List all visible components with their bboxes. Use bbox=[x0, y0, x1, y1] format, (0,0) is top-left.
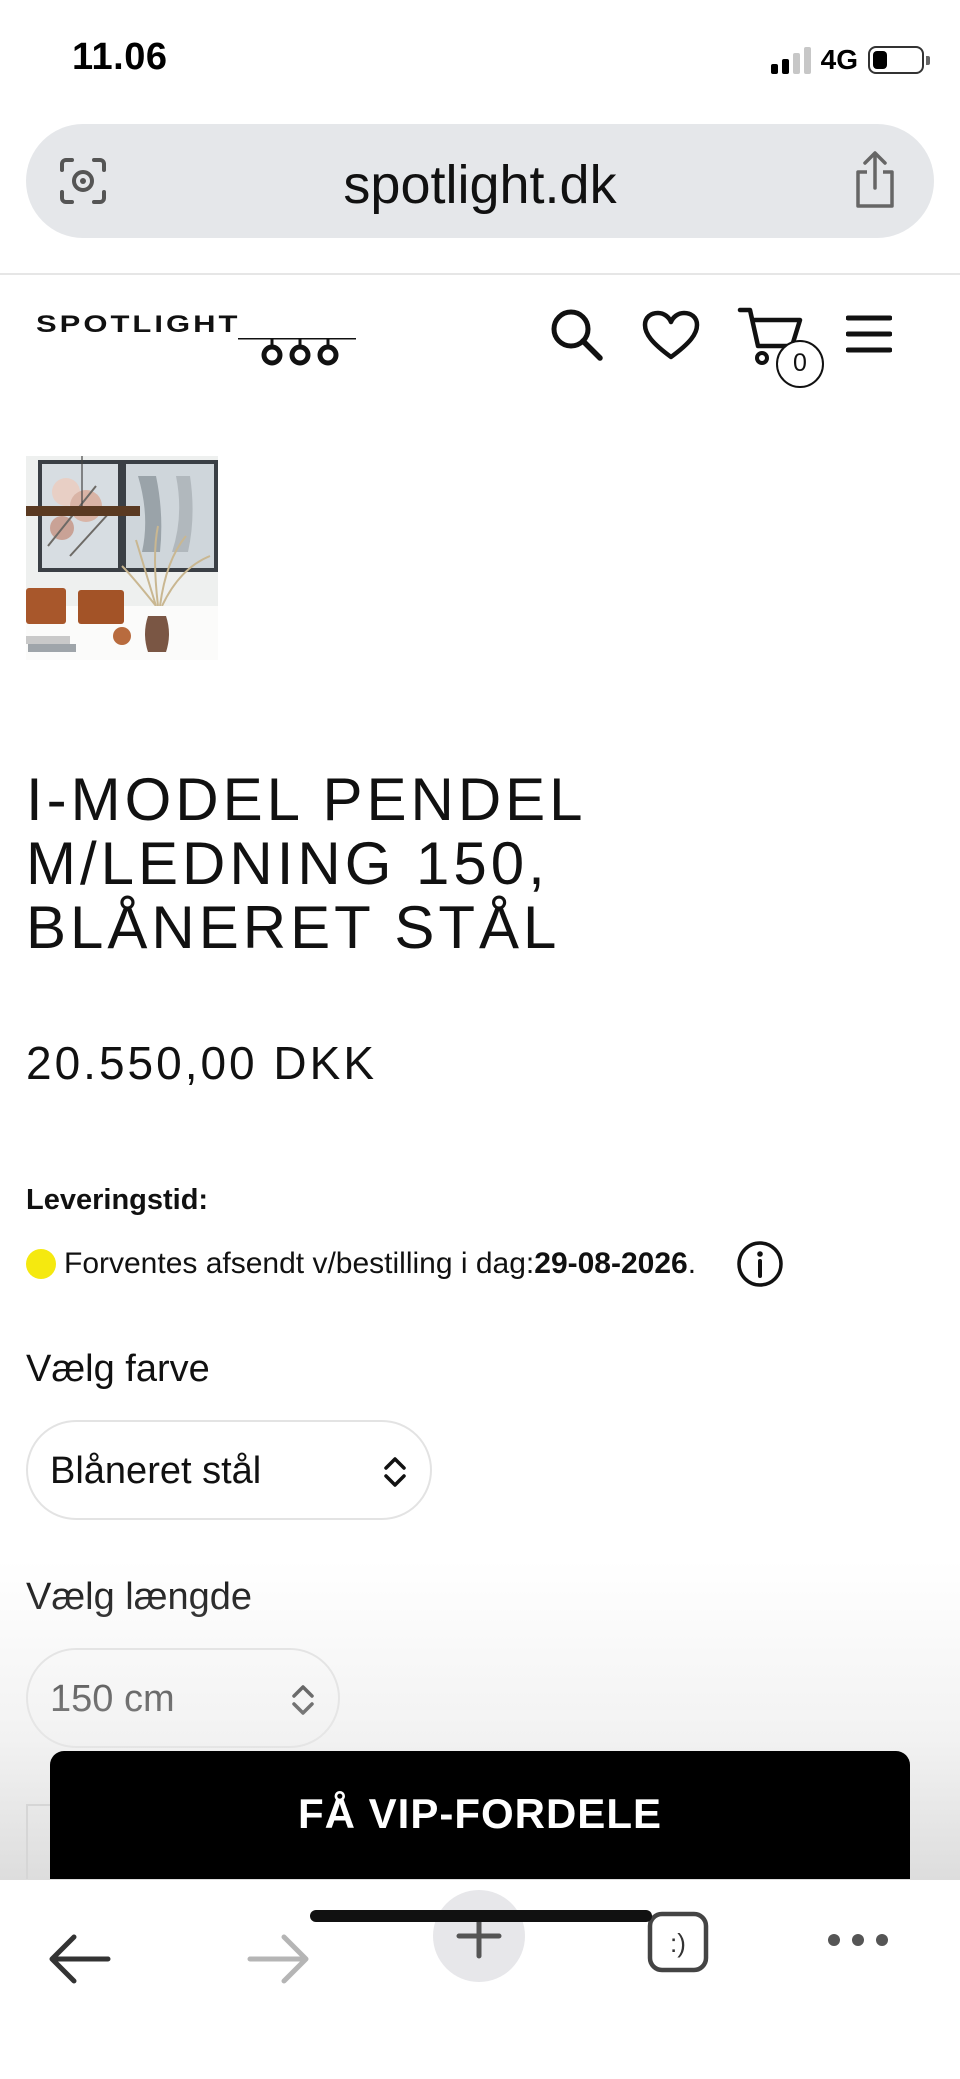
signal-icon bbox=[770, 46, 811, 74]
product-thumbnail[interactable] bbox=[26, 456, 218, 660]
logo-bulbs-icon bbox=[238, 338, 356, 366]
delivery-label: Leveringstid: bbox=[26, 1184, 209, 1216]
color-select-value: Blåneret stål bbox=[50, 1450, 262, 1492]
battery-icon bbox=[868, 46, 930, 74]
divider bbox=[0, 273, 960, 275]
tabs-button[interactable]: :) bbox=[646, 1910, 710, 1974]
forward-icon[interactable] bbox=[246, 1932, 312, 1986]
tabs-icon: :) bbox=[647, 1911, 709, 1973]
stock-status-dot bbox=[26, 1249, 56, 1279]
length-select[interactable]: 150 cm bbox=[26, 1648, 340, 1748]
length-option-label: Vælg længde bbox=[26, 1576, 253, 1618]
chevron-up-down-icon bbox=[292, 1685, 314, 1715]
status-bar: 11.06 4G bbox=[0, 0, 960, 120]
product-title-line: M/LEDNING 150, bbox=[26, 830, 549, 897]
menu-icon[interactable] bbox=[846, 314, 892, 354]
site-logo[interactable]: SPOTLIGHT bbox=[36, 306, 356, 366]
heart-icon[interactable] bbox=[642, 310, 700, 362]
back-icon[interactable] bbox=[46, 1932, 112, 1986]
tabs-glyph: :) bbox=[670, 1928, 686, 1958]
product-title-line: BLÅNERET STÅL bbox=[26, 894, 561, 961]
home-indicator[interactable] bbox=[310, 1910, 652, 1922]
product-title-line: I-MODEL PENDEL bbox=[26, 766, 587, 833]
product-photo bbox=[26, 456, 218, 660]
color-option-label: Vælg farve bbox=[26, 1348, 210, 1390]
url-text[interactable]: spotlight.dk bbox=[26, 154, 934, 216]
cart-count-badge[interactable]: 0 bbox=[776, 340, 824, 388]
length-select-value: 150 cm bbox=[50, 1678, 175, 1720]
search-icon[interactable] bbox=[548, 306, 604, 362]
status-time: 11.06 bbox=[72, 36, 168, 78]
product-title: I-MODEL PENDEL M/LEDNING 150, BLÅNERET S… bbox=[26, 768, 926, 960]
browser-toolbar: :) bbox=[0, 1879, 960, 2079]
status-indicators: 4G bbox=[770, 40, 930, 80]
info-icon[interactable] bbox=[736, 1240, 784, 1288]
delivery-date: 29-08-2026 bbox=[534, 1247, 688, 1280]
network-label: 4G bbox=[820, 44, 858, 75]
product-price: 20.550,00 DKK bbox=[26, 1037, 378, 1089]
color-select[interactable]: Blåneret stål bbox=[26, 1420, 432, 1520]
vip-banner-button[interactable]: FÅ VIP-FORDELE bbox=[50, 1751, 910, 1879]
delivery-text: Forventes afsendt v/bestilling i dag: bbox=[64, 1247, 535, 1280]
address-bar[interactable]: spotlight.dk bbox=[26, 124, 934, 238]
logo-text: SPOTLIGHT bbox=[36, 310, 241, 338]
more-icon[interactable] bbox=[826, 1930, 890, 1950]
new-tab-button[interactable] bbox=[433, 1890, 525, 1982]
chevron-up-down-icon bbox=[384, 1457, 406, 1487]
share-icon[interactable] bbox=[850, 150, 900, 210]
delivery-suffix: . bbox=[687, 1247, 697, 1280]
delivery-estimate: Forventes afsendt v/bestilling i dag: 29… bbox=[26, 1242, 696, 1286]
